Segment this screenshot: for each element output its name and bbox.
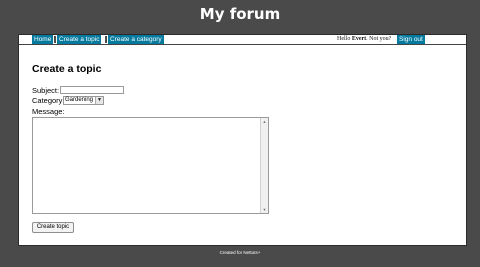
sign-out-link[interactable]: Sign out (397, 35, 425, 44)
menu-item-home[interactable]: Home (32, 35, 54, 44)
greeting-text: Hello (337, 36, 352, 42)
menu-item-create-topic[interactable]: Create a topic (57, 35, 102, 44)
subject-label: Subject: (32, 86, 60, 95)
top-menu: Home Create a topic Create a category He… (19, 35, 466, 45)
main-wrapper: Home Create a topic Create a category He… (18, 34, 467, 246)
menu-item-create-category[interactable]: Create a category (108, 35, 164, 44)
menu-separator (105, 36, 107, 43)
category-select[interactable]: Gardening ▼ (63, 96, 104, 105)
user-greeting: Hello Evert. Not you? (337, 35, 391, 44)
scroll-down-arrow-icon[interactable]: ▼ (261, 206, 268, 213)
chevron-down-icon[interactable]: ▼ (95, 97, 103, 104)
scroll-up-arrow-icon[interactable]: ▲ (261, 118, 268, 125)
create-topic-button[interactable]: Create topic (32, 222, 74, 233)
menu-separator (54, 36, 56, 43)
username: Evert (351, 36, 367, 42)
page-title: Create a topic (32, 63, 102, 75)
textarea-scrollbar[interactable]: ▲ ▼ (260, 118, 268, 213)
message-label: Message: (32, 107, 65, 116)
not-you-text: . Not you? (366, 36, 392, 42)
footer-credit: Created for Nettuts+ (219, 250, 261, 255)
message-textarea[interactable]: ▲ ▼ (32, 117, 269, 214)
site-title: My forum (199, 5, 281, 23)
category-label: Category: (32, 96, 65, 105)
category-selected-value: Gardening (65, 97, 94, 103)
subject-input[interactable] (60, 86, 124, 94)
